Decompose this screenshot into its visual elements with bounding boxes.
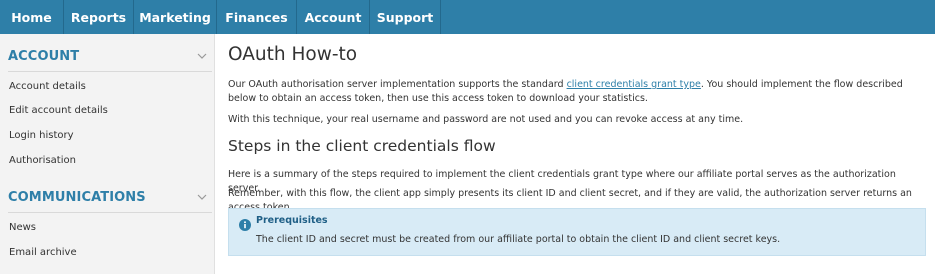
sidebar-item-account-details[interactable]: Account details: [9, 81, 86, 92]
top-navigation: Home Reports Marketing Finances Account …: [0, 0, 935, 34]
intro-paragraph: Our OAuth authorisation server implement…: [228, 79, 903, 104]
sidebar-item-login-history[interactable]: Login history: [9, 130, 74, 141]
nav-finances[interactable]: Finances: [217, 0, 297, 34]
sidebar: ACCOUNT Account details Edit account det…: [0, 34, 215, 274]
technique-paragraph: With this technique, your real username …: [228, 114, 744, 125]
sidebar-section-communications[interactable]: COMMUNICATIONS: [8, 184, 215, 210]
chevron-down-icon[interactable]: [195, 190, 209, 204]
sidebar-section-title: COMMUNICATIONS: [8, 189, 146, 205]
sidebar-item-email-archive[interactable]: Email archive: [9, 247, 77, 258]
nav-account[interactable]: Account: [297, 0, 370, 34]
sidebar-section-title: ACCOUNT: [8, 48, 80, 64]
nav-marketing[interactable]: Marketing: [134, 0, 217, 34]
nav-home[interactable]: Home: [0, 0, 64, 34]
page-title: OAuth How-to: [228, 44, 358, 65]
sidebar-item-edit-account-details[interactable]: Edit account details: [9, 105, 108, 116]
sidebar-item-authorisation[interactable]: Authorisation: [9, 155, 76, 166]
nav-support[interactable]: Support: [370, 0, 441, 34]
callout-title: Prerequisites: [256, 215, 328, 226]
callout-text: The client ID and secret must be created…: [256, 234, 781, 245]
steps-heading: Steps in the client credentials flow: [228, 137, 496, 155]
client-credentials-link[interactable]: client credentials grant type: [567, 79, 701, 90]
prerequisites-callout: Prerequisites The client ID and secret m…: [228, 208, 926, 256]
sidebar-item-news[interactable]: News: [9, 222, 36, 233]
sidebar-section-account[interactable]: ACCOUNT: [8, 43, 215, 69]
sidebar-divider: [8, 71, 212, 72]
info-icon: [239, 216, 251, 231]
sidebar-divider: [8, 212, 212, 213]
nav-reports[interactable]: Reports: [64, 0, 134, 34]
chevron-down-icon[interactable]: [195, 49, 209, 63]
